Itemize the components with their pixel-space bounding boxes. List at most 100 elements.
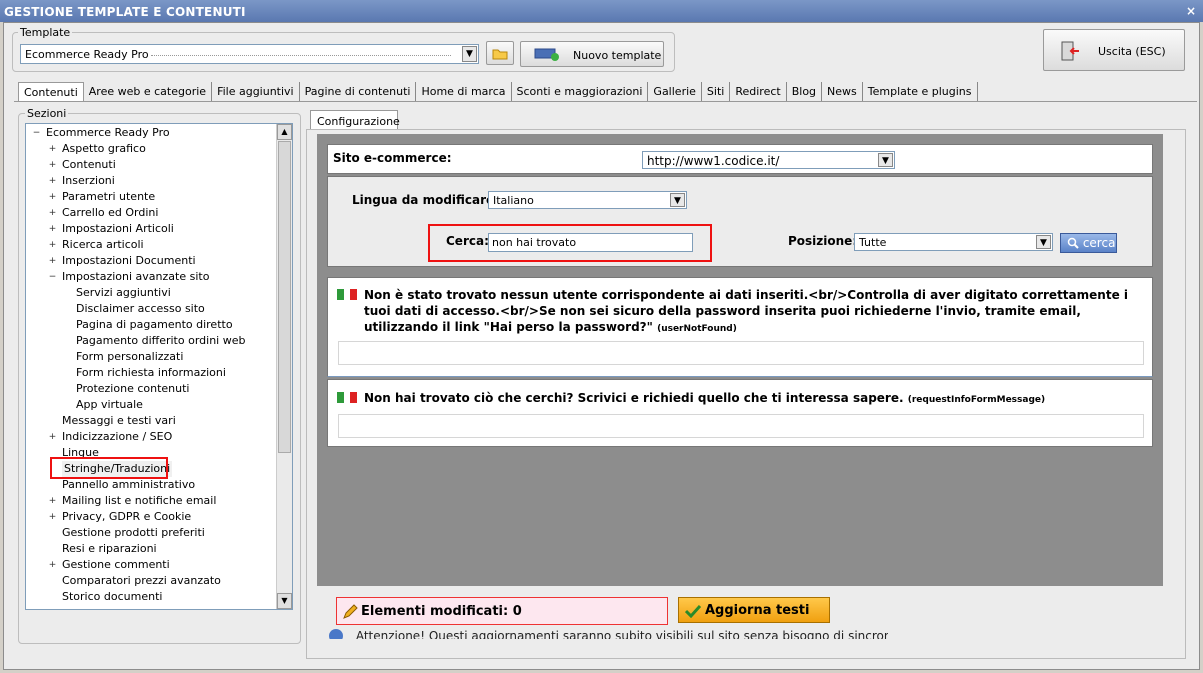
scroll-down-icon[interactable]: ▼	[277, 593, 292, 609]
tab-configurazione[interactable]: Configurazione	[310, 110, 400, 130]
tree-item[interactable]: Comparatori prezzi avanzato	[26, 573, 276, 589]
expand-icon[interactable]: +	[48, 433, 57, 442]
tab-template-e-plugins[interactable]: Template e plugins	[863, 82, 978, 102]
message-2-text: Non hai trovato ciò che cerchi? Scrivici…	[364, 390, 1144, 408]
search-input[interactable]: non hai trovato	[488, 233, 693, 252]
tree-item-label: Ricerca articoli	[62, 238, 144, 251]
position-label: Posizione:	[788, 234, 858, 248]
tab-pagine-di-contenuti[interactable]: Pagine di contenuti	[300, 82, 417, 102]
expand-icon[interactable]: +	[48, 257, 57, 266]
tab-siti[interactable]: Siti	[702, 82, 731, 102]
new-template-icon	[534, 48, 559, 61]
tab-aree-web-e-categorie[interactable]: Aree web e categorie	[84, 82, 213, 102]
expand-icon[interactable]: +	[48, 225, 57, 234]
magnifier-icon	[1067, 237, 1079, 249]
new-template-label: Nuovo template	[573, 49, 662, 62]
expand-icon[interactable]: +	[48, 561, 57, 570]
tree-item[interactable]: Form richiesta informazioni	[26, 365, 276, 381]
message-2-translation-input[interactable]	[338, 414, 1144, 438]
tree-item[interactable]: + Carrello ed Ordini	[26, 205, 276, 221]
chevron-down-icon[interactable]: ▼	[670, 193, 685, 207]
tree-item[interactable]: Pagina di pagamento diretto	[26, 317, 276, 333]
scroll-thumb[interactable]	[278, 141, 291, 453]
tree-item[interactable]: + Indicizzazione / SEO	[26, 429, 276, 445]
tab-sconti-e-maggiorazioni[interactable]: Sconti e maggiorazioni	[512, 82, 649, 102]
tab-gallerie[interactable]: Gallerie	[648, 82, 702, 102]
sections-tree[interactable]: − Ecommerce Ready Pro + Aspetto grafico + Con…	[25, 123, 293, 610]
tab-redirect[interactable]: Redirect	[730, 82, 787, 102]
expand-icon[interactable]: +	[48, 241, 57, 250]
chevron-down-icon[interactable]: ▼	[462, 46, 477, 62]
tab-home-di-marca[interactable]: Home di marca	[416, 82, 512, 102]
tree-item[interactable]: Pagamento differito ordini web	[26, 333, 276, 349]
exit-button[interactable]: Uscita (ESC)	[1043, 29, 1185, 71]
language-select[interactable]: Italiano ▼	[488, 191, 687, 209]
expand-icon[interactable]: +	[48, 513, 57, 522]
expand-icon[interactable]: +	[48, 497, 57, 506]
tree-item[interactable]: + Contenuti	[26, 157, 276, 173]
tree-item[interactable]: + Parametri utente	[26, 189, 276, 205]
tree-item-label: Form personalizzati	[76, 350, 184, 363]
tree-item[interactable]: + Impostazioni Documenti	[26, 253, 276, 269]
message-card-1: Non è stato trovato nessun utente corris…	[327, 277, 1153, 377]
tree-item[interactable]: − Ecommerce Ready Pro	[26, 125, 276, 141]
position-select[interactable]: Tutte ▼	[854, 233, 1053, 251]
tree-item[interactable]: Storico documenti	[26, 589, 276, 605]
search-panel: Lingua da modificare: Italiano ▼ Cerca: …	[327, 176, 1153, 267]
tree-item-label: Impostazioni avanzate sito	[62, 270, 210, 283]
tree-item[interactable]: + Ricerca articoli	[26, 237, 276, 253]
site-select[interactable]: http://www1.codice.it/ ▼	[642, 151, 895, 169]
tree-item[interactable]: + Aspetto grafico	[26, 141, 276, 157]
tree-item[interactable]: + Impostazioni Articoli	[26, 221, 276, 237]
tree-item[interactable]: + Privacy, GDPR e Cookie	[26, 509, 276, 525]
tree-item[interactable]: + Mailing list e notifiche email	[26, 493, 276, 509]
chevron-down-icon[interactable]: ▼	[878, 153, 893, 167]
close-icon[interactable]: ×	[1183, 4, 1199, 18]
tree-item[interactable]: Disclaimer accesso sito	[26, 301, 276, 317]
tree-item[interactable]: App virtuale	[26, 397, 276, 413]
tree-item[interactable]: Messaggi e testi vari	[26, 413, 276, 429]
expand-icon[interactable]: +	[48, 177, 57, 186]
tree-item-label: Ecommerce Ready Pro	[46, 126, 170, 139]
collapse-icon[interactable]: −	[48, 273, 57, 282]
tree-item-label: Gestione prodotti preferiti	[62, 526, 205, 539]
tree-item[interactable]: Gestione prodotti preferiti	[26, 525, 276, 541]
tree-item[interactable]: + Gestione commenti	[26, 557, 276, 573]
config-area: Sito e-commerce: http://www1.codice.it/ …	[317, 134, 1163, 586]
info-icon	[329, 629, 343, 639]
update-texts-button[interactable]: Aggiorna testi	[678, 597, 830, 623]
new-template-button[interactable]: Nuovo template	[520, 41, 664, 67]
modified-counter: Elementi modificati: 0	[336, 597, 668, 625]
tab-file-aggiuntivi[interactable]: File aggiuntivi	[212, 82, 300, 102]
expand-icon[interactable]: +	[48, 161, 57, 170]
expand-icon[interactable]: +	[48, 209, 57, 218]
collapse-icon[interactable]: −	[32, 129, 41, 138]
tree-item-label: Messaggi e testi vari	[62, 414, 176, 427]
tree-item[interactable]: Resi e riparazioni	[26, 541, 276, 557]
template-select[interactable]: Ecommerce Ready Pro ▼	[20, 44, 479, 64]
message-1-translation-input[interactable]	[338, 341, 1144, 365]
update-texts-label: Aggiorna testi	[705, 603, 810, 618]
tree-scrollbar[interactable]: ▲ ▼	[276, 124, 292, 609]
open-folder-button[interactable]	[486, 41, 514, 65]
tree-item[interactable]: Pannello amministrativo	[26, 477, 276, 493]
message-1-text: Non è stato trovato nessun utente corris…	[364, 287, 1144, 337]
tree-item[interactable]: − Impostazioni avanzate sito	[26, 269, 276, 285]
tree-item[interactable]: Form personalizzati	[26, 349, 276, 365]
main-tabs: Contenuti Aree web e categorie File aggiun…	[18, 82, 978, 102]
tree-item-label: Mailing list e notifiche email	[62, 494, 217, 507]
tree-item-label: Carrello ed Ordini	[62, 206, 159, 219]
tab-blog[interactable]: Blog	[787, 82, 823, 102]
message-1-body: Non è stato trovato nessun utente corris…	[364, 288, 1128, 334]
scroll-up-icon[interactable]: ▲	[277, 124, 292, 140]
tree-item[interactable]: Protezione contenuti	[26, 381, 276, 397]
expand-icon[interactable]: +	[48, 145, 57, 154]
tab-news[interactable]: News	[822, 82, 863, 102]
expand-icon[interactable]: +	[48, 193, 57, 202]
chevron-down-icon[interactable]: ▼	[1036, 235, 1051, 249]
search-button[interactable]: cerca	[1060, 233, 1117, 253]
tree-item[interactable]: + Inserzioni	[26, 173, 276, 189]
tab-contenuti[interactable]: Contenuti	[18, 82, 84, 102]
highlight-stringhe	[50, 457, 168, 479]
tree-item[interactable]: Servizi aggiuntivi	[26, 285, 276, 301]
